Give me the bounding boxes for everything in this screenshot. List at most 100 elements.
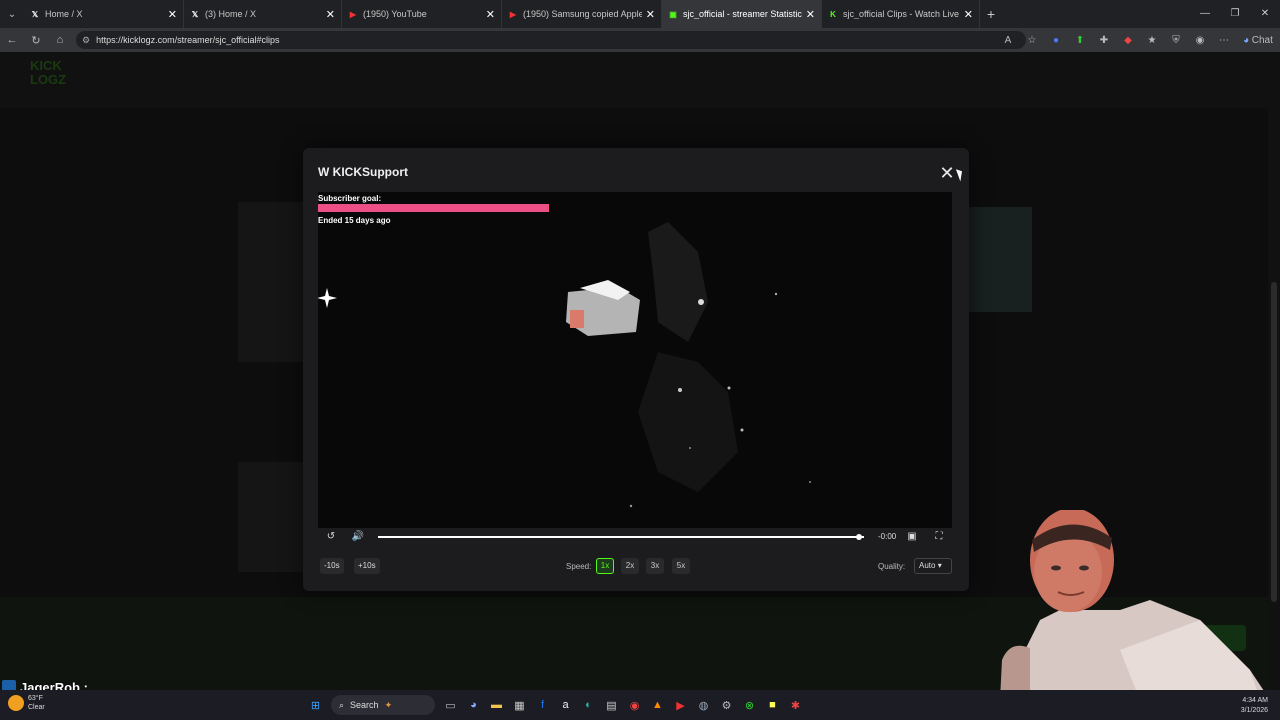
tab-home-x-2[interactable]: 𝕏 (3) Home / X ✕ <box>184 0 342 28</box>
windows-taskbar: 63°F Clear ⊞ ⌕ Search ✦ ▭ ◕ ▬ ▦ f a ◐ ▤ ◉… <box>0 690 1280 720</box>
task-view-icon[interactable]: ▭ <box>439 693 462 717</box>
app-icon[interactable]: ✱ <box>784 693 807 717</box>
kicklogz-icon: ▣ <box>669 9 677 19</box>
close-tab-icon[interactable]: ✕ <box>486 8 495 21</box>
screen: ⌄ 𝕏 Home / X ✕ 𝕏 (3) Home / X ✕ ▶ (1950)… <box>0 0 1280 720</box>
copilot-chat-button[interactable]: ◕ Chat <box>1236 35 1280 46</box>
chat-label: Chat <box>1251 34 1273 46</box>
x-logo-icon: 𝕏 <box>191 9 199 19</box>
window-controls: — ❐ ✕ <box>1190 0 1280 28</box>
extensions-icon[interactable]: ✚ <box>1092 35 1116 46</box>
tab-home-x[interactable]: 𝕏 Home / X ✕ <box>24 0 184 28</box>
extension-green-icon[interactable]: ⬆ <box>1068 35 1092 46</box>
settings-icon[interactable]: ⚙ <box>715 693 738 717</box>
address-bar[interactable]: ⚙ https://kicklogz.com/streamer/sjc_offi… <box>76 31 1026 49</box>
fullscreen-icon[interactable]: ⛶ <box>932 530 946 544</box>
facebook-icon[interactable]: f <box>531 693 554 717</box>
weather-moon-icon <box>8 695 24 711</box>
seek-thumb[interactable] <box>856 534 863 540</box>
seek-bar[interactable] <box>378 534 864 540</box>
system-clock[interactable]: 4:34 AM 3/1/2026 <box>1241 696 1268 716</box>
skip-back-button[interactable]: -10s <box>320 558 344 574</box>
sticky-notes-icon[interactable]: ■ <box>761 693 784 717</box>
picture-in-picture-icon[interactable]: ▣ <box>905 530 919 544</box>
quality-label: Quality: <box>878 562 906 571</box>
speed-3x-button[interactable]: 3x <box>646 558 664 574</box>
more-menu-icon[interactable]: ⋯ <box>1212 35 1236 46</box>
browser-toolbar: ← ↻ ⌂ ⚙ https://kicklogz.com/streamer/sj… <box>0 28 1280 52</box>
tab-title: sjc_official - streamer Statistics <box>683 9 802 19</box>
new-tab-button[interactable]: + <box>980 6 1002 22</box>
close-window-icon[interactable]: ✕ <box>1250 0 1280 28</box>
favorite-star-icon[interactable]: ☆ <box>1020 35 1044 46</box>
speed-5x-button[interactable]: 5x <box>672 558 690 574</box>
clip-modal: W KICKSupport ✕ Subscriber goal: Ended 1… <box>303 148 969 591</box>
reload-icon[interactable]: ↻ <box>24 34 48 47</box>
vlc-icon[interactable]: ▲ <box>646 693 669 717</box>
webcam-overlay <box>1000 510 1270 700</box>
calculator-icon[interactable]: ▤ <box>600 693 623 717</box>
close-tab-icon[interactable]: ✕ <box>326 8 335 21</box>
tab-title: Home / X <box>45 9 83 19</box>
browser-essentials-icon[interactable]: ⛨ <box>1164 35 1188 46</box>
video-player[interactable]: Subscriber goal: Ended 15 days ago <box>318 192 952 528</box>
tab-title: (3) Home / X <box>205 9 257 19</box>
clip-card-bg <box>968 207 1032 312</box>
tab-kick-clips[interactable]: K sjc_official Clips - Watch Live on K ✕ <box>822 0 980 28</box>
close-tab-icon[interactable]: ✕ <box>964 8 973 21</box>
modal-title: W KICKSupport <box>318 165 408 179</box>
chevron-down-icon: ▾ <box>937 561 942 570</box>
modal-close-button[interactable]: ✕ <box>939 164 955 182</box>
subscriber-goal-label: Subscriber goal: <box>318 194 382 203</box>
read-aloud-icon[interactable]: A <box>996 35 1020 46</box>
windows-start-icon[interactable]: ⊞ <box>304 693 327 717</box>
profile-avatar[interactable]: ◉ <box>1188 35 1212 46</box>
taskbar-search[interactable]: ⌕ Search ✦ <box>331 695 435 715</box>
close-tab-icon[interactable]: ✕ <box>806 8 815 21</box>
volume-icon[interactable]: 🔊 <box>351 530 365 544</box>
browser-tab-bar: ⌄ 𝕏 Home / X ✕ 𝕏 (3) Home / X ✕ ▶ (1950)… <box>0 0 1280 28</box>
speed-label: Speed: <box>566 562 592 571</box>
quality-select[interactable]: Auto ▾ <box>914 558 952 574</box>
extension-red-icon[interactable]: ◆ <box>1116 35 1140 46</box>
xbox-icon[interactable]: ⊗ <box>738 693 761 717</box>
replay-icon[interactable]: ↺ <box>324 530 338 544</box>
speed-2x-button[interactable]: 2x <box>621 558 639 574</box>
tab-title: sjc_official Clips - Watch Live on K <box>843 9 960 19</box>
edge-icon[interactable]: ◐ <box>577 693 600 717</box>
copilot-icon: ◕ <box>1243 34 1250 46</box>
video-frame <box>318 192 952 528</box>
minimize-icon[interactable]: — <box>1190 0 1220 28</box>
kick-icon: K <box>830 9 836 19</box>
youtube-icon[interactable]: ▶ <box>669 693 692 717</box>
favorites-icon[interactable]: ★ <box>1140 35 1164 46</box>
site-info-icon[interactable]: ⚙ <box>82 35 90 46</box>
weather-temp: 63°F <box>28 695 43 702</box>
extension-blue-icon[interactable]: ● <box>1044 35 1068 46</box>
home-icon[interactable]: ⌂ <box>48 34 72 46</box>
youtube-icon: ▶ <box>349 9 357 19</box>
url-text: https://kicklogz.com/streamer/sjc_offici… <box>96 35 280 45</box>
file-explorer-icon[interactable]: ▬ <box>485 693 508 717</box>
tab-search-icon[interactable]: ⌄ <box>0 0 24 28</box>
kicklogz-logo: KICK LOGZ <box>30 58 67 87</box>
skip-forward-button[interactable]: +10s <box>354 558 380 574</box>
copilot-icon[interactable]: ◕ <box>462 693 485 717</box>
subscriber-goal-bar <box>318 204 549 212</box>
tab-youtube[interactable]: ▶ (1950) YouTube ✕ <box>342 0 502 28</box>
steam-icon[interactable]: ◍ <box>692 693 715 717</box>
tab-youtube-samsung[interactable]: ▶ (1950) Samsung copied Apple's w ✕ <box>502 0 662 28</box>
search-icon: ⌕ <box>339 699 345 710</box>
back-icon[interactable]: ← <box>0 34 24 46</box>
tab-kicklogz[interactable]: ▣ sjc_official - streamer Statistics ✕ <box>662 0 822 28</box>
tab-title: (1950) Samsung copied Apple's w <box>523 9 642 19</box>
weather-widget[interactable]: 63°F Clear <box>8 694 45 712</box>
speed-1x-button[interactable]: 1x <box>596 558 614 574</box>
close-tab-icon[interactable]: ✕ <box>168 8 177 21</box>
extensions-area: A ☆ ● ⬆ ✚ ◆ ★ ⛨ ◉ ⋯ ◕ Chat <box>996 28 1280 52</box>
chrome-icon[interactable]: ◉ <box>623 693 646 717</box>
restore-icon[interactable]: ❐ <box>1220 0 1250 28</box>
amazon-icon[interactable]: a <box>554 693 577 717</box>
close-tab-icon[interactable]: ✕ <box>646 8 655 21</box>
store-icon[interactable]: ▦ <box>508 693 531 717</box>
